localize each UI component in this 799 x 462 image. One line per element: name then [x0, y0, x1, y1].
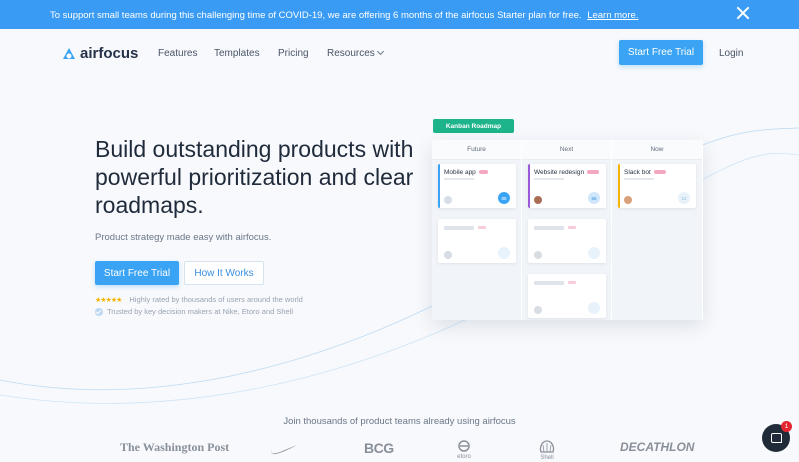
card-subline — [444, 178, 474, 180]
kanban-card: Website redesign 56 — [528, 164, 606, 208]
placeholder-line — [444, 226, 474, 230]
star-rating-icon: ★★★★★ — [95, 296, 122, 304]
card-color-bar — [438, 164, 440, 208]
avatar — [444, 196, 452, 204]
avatar — [624, 196, 632, 204]
brand-logo[interactable]: airfocus — [62, 45, 138, 62]
brand-name: airfocus — [80, 45, 139, 62]
hero-subtitle: Product strategy made easy with airfocus… — [95, 232, 272, 243]
card-title-row: Website redesign — [534, 169, 600, 176]
kanban-card: Mobile app 88 — [438, 164, 516, 208]
etoro-logo-icon — [458, 440, 470, 452]
rating-text: Highly rated by thousands of users aroun… — [129, 295, 303, 304]
decathlon-logo: DECATHLON — [620, 440, 695, 454]
card-title: Mobile app — [444, 169, 476, 176]
chat-launcher-button[interactable]: 1 — [762, 421, 792, 452]
how-it-works-button[interactable]: How It Works — [184, 261, 264, 285]
placeholder-card — [438, 219, 516, 263]
score-badge — [588, 247, 600, 259]
banner-message: To support small teams during this chall… — [50, 10, 582, 21]
avatar — [534, 251, 542, 259]
placeholder-card — [528, 219, 606, 263]
card-title: Website redesign — [534, 169, 585, 176]
etoro-logo-text: etoro — [457, 454, 471, 460]
score-badge: 56 — [588, 192, 600, 204]
card-title-row: Slack bot — [624, 169, 666, 176]
chat-icon — [770, 433, 782, 443]
score-badge — [588, 302, 600, 314]
join-text: Join thousands of product teams already … — [283, 416, 516, 427]
bcg-logo: BCG — [364, 440, 394, 456]
placeholder-line — [534, 226, 564, 230]
card-color-bar — [618, 164, 620, 208]
chevron-down-icon — [376, 47, 384, 56]
kanban-board: Future Mobile app 88 Next Website redesi… — [432, 140, 703, 320]
card-tag — [653, 170, 666, 175]
avatar — [534, 306, 542, 314]
check-icon — [95, 307, 103, 316]
card-tag — [587, 170, 600, 175]
nav-resources[interactable]: Resources — [327, 47, 384, 59]
card-title-row: Mobile app — [444, 169, 488, 176]
rating-line: ★★★★★ Highly rated by thousands of users… — [95, 295, 303, 304]
placeholder-card — [528, 274, 606, 318]
card-tag — [478, 170, 488, 175]
hero-title: Build outstanding products with powerful… — [95, 136, 414, 218]
nike-logo-icon — [271, 445, 297, 455]
login-link[interactable]: Login — [719, 48, 743, 59]
kanban-card: Slack bot 12 — [618, 164, 696, 208]
nav-features[interactable]: Features — [158, 48, 197, 59]
learn-more-link[interactable]: Learn more. — [587, 10, 638, 21]
avatar — [444, 251, 452, 259]
card-subline — [534, 178, 564, 180]
kanban-roadmap-tag: Kanban Roadmap — [433, 119, 514, 133]
column-header: Future — [432, 140, 521, 160]
shell-logo-icon — [539, 440, 555, 453]
airfocus-logo-icon — [63, 47, 75, 59]
score-badge — [498, 247, 510, 259]
kanban-column-future: Future Mobile app 88 — [432, 140, 522, 320]
card-color-bar — [528, 164, 530, 208]
top-nav: airfocus Features Templates Pricing Reso… — [0, 29, 799, 77]
trust-line: Trusted by key decision makers at Nike, … — [95, 307, 293, 316]
kanban-column-next: Next Website redesign 56 — [522, 140, 612, 320]
shell-logo: Shell — [539, 440, 555, 461]
score-badge: 88 — [498, 192, 510, 204]
close-icon[interactable] — [736, 6, 750, 20]
placeholder-tag — [478, 226, 486, 229]
washington-post-logo: The Washington Post — [120, 440, 230, 454]
nav-start-trial-button[interactable]: Start Free Trial — [619, 40, 703, 65]
card-title: Slack bot — [624, 169, 651, 176]
placeholder-tag — [568, 281, 576, 284]
trust-text: Trusted by key decision makers at Nike, … — [107, 307, 294, 316]
nav-resources-label: Resources — [327, 48, 375, 59]
kanban-column-now: Now Slack bot 12 — [612, 140, 703, 320]
nav-templates[interactable]: Templates — [214, 48, 260, 59]
column-header: Now — [612, 140, 702, 160]
hero-start-trial-button[interactable]: Start Free Trial — [95, 261, 179, 285]
column-header: Next — [522, 140, 611, 160]
card-subline — [624, 178, 654, 180]
banner-text-wrap: To support small teams during this chall… — [50, 10, 638, 21]
nav-pricing[interactable]: Pricing — [278, 48, 309, 59]
placeholder-line — [534, 281, 564, 285]
avatar — [534, 196, 542, 204]
placeholder-tag — [568, 226, 576, 229]
notification-badge: 1 — [781, 421, 792, 432]
shell-logo-text: Shell — [540, 455, 554, 461]
covid-banner: To support small teams during this chall… — [0, 0, 799, 29]
etoro-logo: etoro — [456, 440, 472, 460]
score-badge: 12 — [678, 192, 690, 204]
